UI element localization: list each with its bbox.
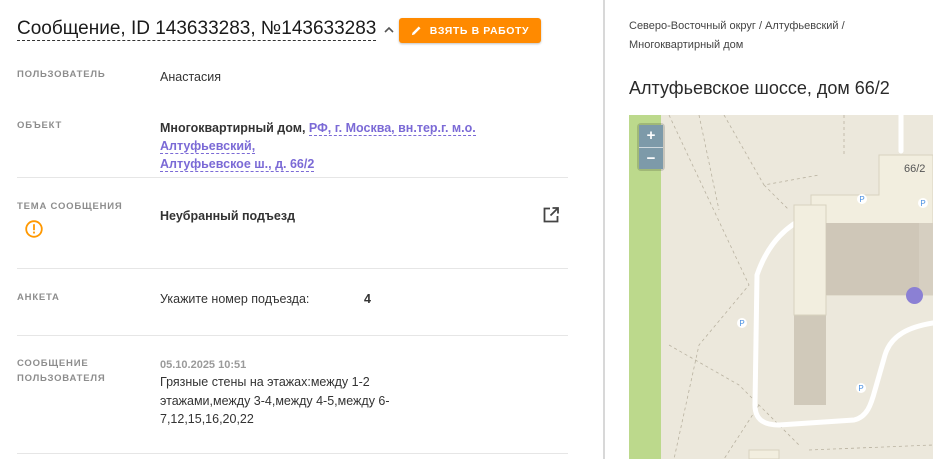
location-panel: Северо-Восточный округ / Алтуфьевский / … (605, 0, 933, 459)
parking-marker: P (920, 199, 925, 208)
survey-row: АНКЕТА Укажите номер подъезда: 4 (17, 269, 568, 335)
address-title: Алтуфьевское шоссе, дом 66/2 (629, 78, 890, 98)
user-message-label-line2: ПОЛЬЗОВАТЕЛЯ (17, 373, 106, 384)
pencil-icon (411, 26, 421, 36)
message-title[interactable]: Сообщение, ID 143633283, №143633283 (17, 18, 377, 41)
message-text-line1: Грязные стены на этажах:между 1-2 (160, 375, 370, 389)
topic-value: Неубранный подъезд (160, 209, 296, 223)
object-row: ОБЪЕКТ Многоквартирный дом, РФ, г. Москв… (17, 118, 568, 172)
zoom-in-button[interactable]: + (639, 125, 663, 147)
take-to-work-label: ВЗЯТЬ В РАБОТУ (429, 24, 530, 37)
survey-label: АНКЕТА (17, 292, 60, 303)
breadcrumb-line1[interactable]: Северо-Восточный округ / Алтуфьевский / (629, 20, 845, 32)
survey-answer: 4 (364, 292, 371, 306)
user-value: Анастасия (160, 70, 221, 84)
zoom-control: + − (639, 125, 663, 169)
parking-marker: P (859, 195, 864, 204)
location-marker[interactable] (906, 287, 923, 304)
survey-question: Укажите номер подъезда: (160, 292, 310, 306)
building-label: 66/2 (904, 163, 926, 175)
object-address-link-line2[interactable]: Алтуфьевское ш., д. 66/2 (160, 157, 315, 172)
message-header: Сообщение, ID 143633283, №143633283 (17, 18, 396, 41)
divider (17, 453, 568, 454)
user-row: ПОЛЬЗОВАТЕЛЬ Анастасия (17, 67, 568, 107)
message-panel: Сообщение, ID 143633283, №143633283 ВЗЯТ… (0, 0, 603, 459)
message-text-line2: этажами,между 3-4,между 4-5,между 6- (160, 393, 390, 408)
zoom-out-button[interactable]: − (639, 147, 663, 169)
take-to-work-button[interactable]: ВЗЯТЬ В РАБОТУ (399, 18, 541, 43)
message-text: Грязные стены на этажах:между 1-2 этажам… (160, 373, 400, 429)
message-date: 05.10.2025 10:51 (160, 359, 247, 371)
breadcrumb: Северо-Восточный округ / Алтуфьевский / … (629, 17, 889, 54)
user-message-label-line1: СООБЩЕНИЕ (17, 358, 89, 369)
user-message-label: СООБЩЕНИЕ ПОЛЬЗОВАТЕЛЯ (17, 356, 105, 386)
user-label: ПОЛЬЗОВАТЕЛЬ (17, 69, 106, 80)
topic-row: ТЕМА СООБЩЕНИЯ Неубранный подъезд (17, 178, 568, 268)
warning-icon (25, 220, 43, 238)
chevron-up-icon[interactable] (382, 23, 396, 37)
user-message-row: СООБЩЕНИЕ ПОЛЬЗОВАТЕЛЯ 05.10.2025 10:51 … (17, 336, 568, 456)
user-message-content: 05.10.2025 10:51 Грязные стены на этажах… (160, 357, 400, 429)
parking-marker: P (858, 384, 863, 393)
breadcrumb-line2[interactable]: Многоквартирный дом (629, 39, 743, 51)
object-value: Многоквартирный дом, РФ, г. Москва, вн.т… (160, 119, 568, 173)
map-view[interactable]: P P P P + − 66/2 (629, 115, 933, 459)
object-label: ОБЪЕКТ (17, 120, 63, 131)
open-external-icon[interactable] (542, 206, 560, 224)
parking-marker: P (739, 319, 744, 328)
map-canvas: P P P P (629, 115, 933, 459)
topic-label: ТЕМА СООБЩЕНИЯ (17, 201, 123, 212)
object-type: Многоквартирный дом, (160, 121, 306, 135)
message-text-line3: 7,12,15,16,20,22 (160, 412, 254, 426)
